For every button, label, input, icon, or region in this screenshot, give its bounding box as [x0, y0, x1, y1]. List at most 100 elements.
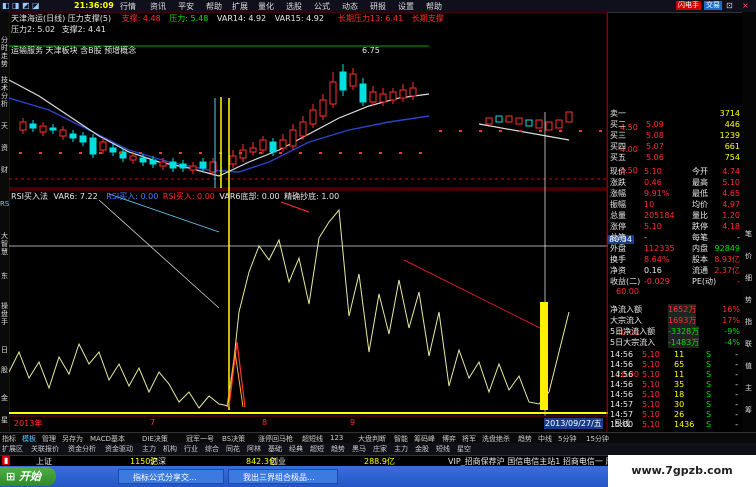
tick-row: 15:00 5.10 1436 S -	[608, 420, 742, 430]
kline-chart-area[interactable]	[9, 12, 608, 432]
quote-label: 流通	[692, 266, 708, 275]
extension-tab[interactable]: 趋势	[331, 444, 345, 454]
extension-tab[interactable]: 资金驱动	[105, 444, 133, 454]
tick-direction: S	[706, 380, 712, 389]
taskbar-app-2[interactable]: 我出三界组合极品...	[228, 469, 338, 484]
side-tab[interactable]: 值	[744, 362, 753, 370]
signal-dot	[359, 152, 362, 154]
quote-detail-row: 总量 205184 量比 1.20	[608, 210, 742, 221]
menu-item-formula[interactable]: 公式	[314, 1, 330, 12]
indicator-tab[interactable]: 123	[330, 434, 343, 442]
tick-time: 14:56	[610, 360, 634, 369]
extension-tab[interactable]: 黑马	[352, 444, 366, 454]
menu-item-pingan[interactable]: 平安	[178, 1, 194, 12]
start-button[interactable]: ⊞ 开始	[0, 467, 56, 486]
indicator-name[interactable]: 压力支撑(5)	[68, 14, 111, 23]
tick-row: 14:57 5.10 30 S -	[608, 400, 742, 410]
tab-technical[interactable]: 技术分析	[0, 76, 9, 108]
signal-dot	[319, 152, 322, 154]
close-icon[interactable]: ×	[742, 1, 749, 10]
side-tab[interactable]: 细	[744, 274, 753, 282]
tab-gold[interactable]: 金	[0, 394, 9, 402]
menu-item-help[interactable]: 帮助	[206, 1, 222, 12]
extension-tab[interactable]: 星空	[457, 444, 471, 454]
extension-tab[interactable]: 同花	[226, 444, 240, 454]
taskbar-app-1[interactable]: 指标公式分享交...	[118, 469, 224, 484]
extension-tab[interactable]: 短线	[436, 444, 450, 454]
candle-body	[289, 129, 297, 147]
extension-tab[interactable]: 行业	[184, 444, 198, 454]
window-icon-3[interactable]: ◩	[22, 1, 30, 10]
candle-body	[19, 121, 27, 131]
menu-item-extend[interactable]: 扩展	[232, 1, 248, 12]
extension-tab[interactable]: 经典	[289, 444, 303, 454]
tab-capital[interactable]: 资	[0, 144, 9, 152]
candle-body	[525, 119, 533, 127]
extension-tab[interactable]: 基础	[268, 444, 282, 454]
extension-tab[interactable]: 机构	[163, 444, 177, 454]
flow-value: 1652万	[668, 304, 697, 315]
tick-row: 14:56 5.10 11 S -	[608, 350, 742, 360]
tab-dzh[interactable]: 大智慧	[0, 232, 9, 256]
window-icon-2[interactable]: ◨	[12, 1, 20, 10]
window-icon-4[interactable]: ◪	[32, 1, 40, 10]
high-price-label: 6.75	[362, 46, 380, 55]
extension-tab[interactable]: 综合	[205, 444, 219, 454]
flow-percent: 16%	[722, 305, 740, 314]
candle-body	[229, 155, 237, 165]
side-tab[interactable]: 指	[744, 318, 753, 326]
menu-item-help2[interactable]: 帮助	[426, 1, 442, 12]
extension-tab[interactable]: 阿林	[247, 444, 261, 454]
tab-intraday[interactable]: 分时走势	[0, 36, 9, 68]
x-label-8: 8	[262, 418, 268, 427]
extension-tab[interactable]: 主力	[394, 444, 408, 454]
maximize-icon[interactable]: ⊡	[726, 1, 733, 10]
side-tab[interactable]: 价	[744, 252, 753, 260]
tab-finance[interactable]: 财	[0, 166, 9, 174]
flash-trade-button[interactable]: 闪电手	[676, 1, 701, 10]
rsi-title[interactable]: RSI买入法	[11, 192, 48, 201]
side-tab[interactable]: 联	[744, 340, 753, 348]
precise-bottom-value: 精确抄底: 1.00	[284, 192, 340, 201]
extension-tab[interactable]: 主力	[142, 444, 156, 454]
menu-item-dynamic[interactable]: 动态	[342, 1, 358, 12]
side-tab[interactable]: 筹	[744, 406, 753, 414]
menu-item-quant[interactable]: 量化	[258, 1, 274, 12]
extension-tab[interactable]: 扩展区	[2, 444, 23, 454]
tick-time: 14:56	[610, 380, 634, 389]
side-tab[interactable]: 主	[744, 384, 753, 392]
order-book-row: 买四 5.07 661	[608, 141, 742, 152]
extension-tab[interactable]: 关联报价	[31, 444, 59, 454]
quote-value: 2.37亿	[714, 266, 740, 275]
tab-stock[interactable]: 股	[0, 366, 9, 374]
rsi-header: RSI买入法 VAR6: 7.22 RSI买入: 0.00 RSI买入: 0.0…	[11, 191, 339, 202]
tick-volume: 65	[674, 360, 685, 369]
tab-east[interactable]: 东	[0, 272, 9, 280]
side-tab[interactable]: 笔	[744, 230, 753, 238]
quote-value: 8.64%	[644, 255, 670, 264]
order-book-volume: 754	[724, 153, 740, 162]
stock-name[interactable]: 天津海运(日线)	[11, 14, 65, 23]
side-tab[interactable]: 势	[744, 296, 753, 304]
tab-day[interactable]: 日	[0, 346, 9, 354]
window-icon-1[interactable]: ◧	[2, 1, 10, 10]
flow-label: 净流入额	[610, 305, 642, 314]
extension-tab[interactable]: 金股	[415, 444, 429, 454]
long-pressure-labels: 长期压力13: 6.41 长期支撑	[338, 13, 444, 24]
tab-trader[interactable]: 操盘手	[0, 302, 9, 326]
flow-label: 5日净流入额	[610, 327, 656, 336]
quote-label: 总量	[610, 211, 626, 220]
menu-item-research[interactable]: 研报	[370, 1, 386, 12]
trade-button[interactable]: 交易	[704, 1, 722, 10]
tab-star[interactable]: 星	[0, 416, 9, 424]
tab-rs[interactable]: RS	[0, 200, 9, 208]
extension-tab[interactable]: 资金分析	[68, 444, 96, 454]
tab-tian[interactable]: 天	[0, 122, 9, 130]
extension-tab[interactable]: 超短	[310, 444, 324, 454]
menu-item-select[interactable]: 选股	[286, 1, 302, 12]
menu-item-settings[interactable]: 设置	[398, 1, 414, 12]
menu-item-quotes[interactable]: 行情	[120, 1, 136, 12]
extension-tab[interactable]: 庄家	[373, 444, 387, 454]
menu-item-news[interactable]: 资讯	[150, 1, 166, 12]
quote-label: 最高	[692, 178, 708, 187]
